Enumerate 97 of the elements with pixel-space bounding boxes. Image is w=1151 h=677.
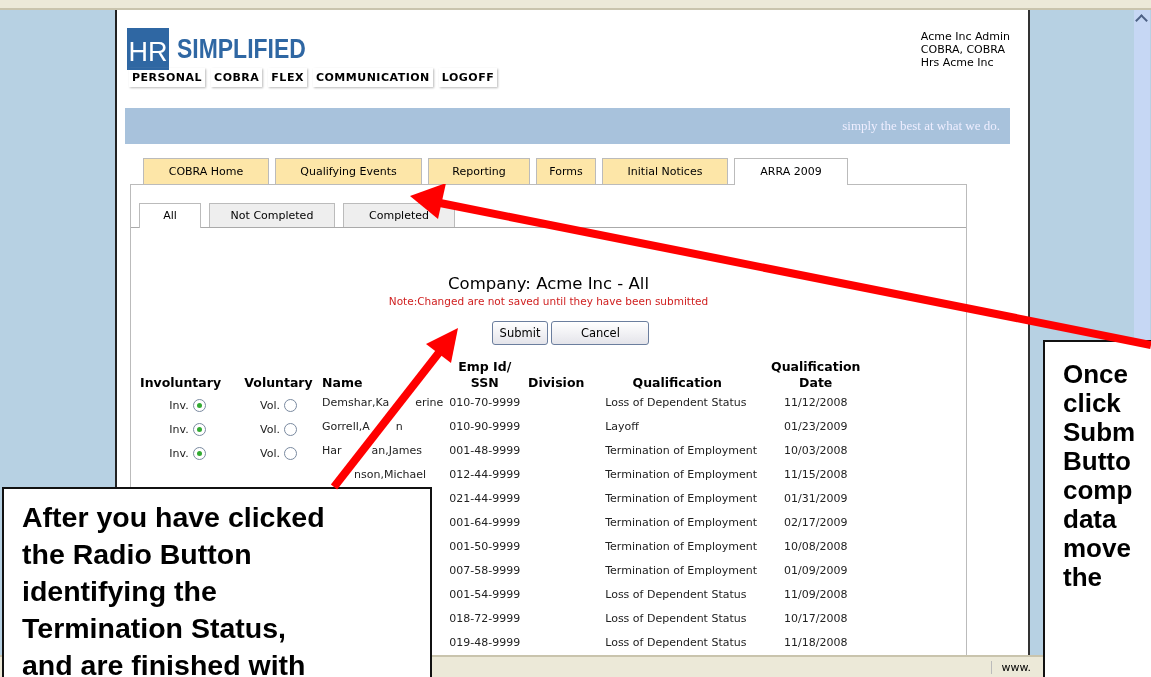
column-header: Qualification Date	[770, 359, 862, 392]
logo-mark: HR	[127, 28, 169, 70]
column-header: Name	[321, 374, 364, 392]
table-cell: 001-48-9999	[449, 444, 521, 457]
callout-text: click	[1063, 389, 1122, 418]
callout-text: identifying the	[22, 574, 218, 609]
callout-text: Butto	[1063, 447, 1132, 476]
callout-text: After you have clicked	[22, 500, 326, 535]
nav-link[interactable]: COBRA	[211, 68, 263, 87]
table-cell: Loss of Dependent Status	[605, 612, 747, 625]
table-cell: 021-44-9999	[449, 492, 521, 505]
table-cell: 019-48-9999	[449, 636, 521, 649]
table-cell: Termination of Employment	[605, 468, 758, 481]
radio-button[interactable]	[192, 447, 206, 460]
table-cell: 11/15/2008	[784, 468, 848, 481]
table-cell: 01/09/2009	[784, 564, 848, 577]
tab[interactable]: COBRA Home	[143, 158, 269, 184]
table-cell: Termination of Employment	[605, 516, 758, 529]
callout-text: the	[1063, 563, 1103, 592]
table-cell: 010-90-9999	[449, 420, 521, 433]
column-header: Division	[527, 374, 586, 392]
table-cell: nson,Michael	[354, 468, 427, 481]
table-cell: 001-54-9999	[449, 588, 521, 601]
tagline: simply the best at what we do.	[842, 118, 1000, 134]
table-cell: 11/09/2008	[784, 588, 848, 601]
table-cell: Termination of Employment	[605, 564, 758, 577]
table-cell: 018-72-9999	[449, 612, 521, 625]
nav-link[interactable]: COMMUNICATION	[312, 68, 433, 87]
table-cell: 007-58-9999	[449, 564, 521, 577]
tab[interactable]: Completed	[343, 203, 455, 227]
nav-link[interactable]: PERSONAL	[129, 68, 206, 87]
cancel-button[interactable]: Cancel	[551, 321, 650, 345]
tab[interactable]: Reporting	[428, 158, 530, 184]
radio-label: Vol.	[260, 423, 280, 436]
table-cell: Loss of Dependent Status	[605, 636, 747, 649]
radio-button[interactable]	[192, 423, 206, 436]
callout-text: the Radio Button	[22, 537, 253, 572]
radio-button[interactable]	[284, 423, 297, 436]
page-title: Company: Acme Inc - All	[448, 274, 649, 293]
table-cell: Loss of Dependent Status	[605, 588, 747, 601]
table-cell: 01/31/2009	[784, 492, 848, 505]
radio-label: Vol.	[260, 447, 280, 460]
table-cell: 010-70-9999	[449, 396, 521, 409]
user-info: Acme Inc Admin	[920, 30, 1010, 43]
tab[interactable]: ARRA 2009	[734, 158, 848, 185]
nav-link[interactable]: LOGOFF	[438, 68, 498, 87]
callout-text: and are finished with	[22, 648, 307, 677]
nav-link[interactable]: FLEX	[268, 68, 307, 87]
callout-text: data	[1063, 505, 1118, 534]
table-cell: Layoff	[605, 420, 639, 433]
radio-button[interactable]	[192, 399, 206, 412]
table-cell: Demshar,Ka	[322, 396, 390, 409]
table-cell: Termination of Employment	[605, 492, 758, 505]
note-text: Note:Changed are not saved until they have been submitted	[388, 295, 709, 307]
tab[interactable]: Initial Notices	[602, 158, 728, 184]
column-header: Voluntary	[243, 374, 314, 392]
callout-text: Once	[1063, 360, 1130, 389]
radio-label: Inv.	[169, 447, 189, 460]
table-cell: 11/18/2008	[784, 636, 848, 649]
callout-text: comp	[1063, 476, 1134, 505]
radio-label: Vol.	[260, 399, 280, 412]
table-cell: Loss of Dependent Status	[605, 396, 747, 409]
tab[interactable]: Not Completed	[209, 203, 335, 227]
column-header: Involuntary	[139, 374, 223, 392]
callout-text: Termination Status,	[22, 611, 287, 646]
submit-button[interactable]: Submit	[491, 321, 549, 345]
user-info: Hrs Acme Inc	[920, 56, 995, 69]
radio-button[interactable]	[284, 447, 297, 460]
table-cell: erine	[415, 396, 444, 409]
table-cell: 001-64-9999	[449, 516, 521, 529]
table-cell: an,James	[371, 444, 422, 457]
table-cell: 001-50-9999	[449, 540, 521, 553]
callout-text: move	[1063, 534, 1132, 563]
table-cell: Gorrell,A	[322, 420, 370, 433]
column-header: Emp Id/ SSN	[457, 359, 513, 392]
table-cell: Termination of Employment	[605, 540, 758, 553]
logo-text: SIMPLIFIED	[177, 33, 306, 65]
tab[interactable]: Forms	[536, 158, 596, 184]
status-url: www.	[990, 660, 1031, 674]
callout-text: Subm	[1063, 418, 1137, 447]
tab[interactable]: Qualifying Events	[275, 158, 422, 184]
radio-button[interactable]	[284, 399, 297, 412]
table-cell: Har	[322, 444, 342, 457]
table-cell: 02/17/2009	[784, 516, 848, 529]
table-cell: 012-44-9999	[449, 468, 521, 481]
table-cell: 10/03/2008	[784, 444, 848, 457]
table-cell: 10/17/2008	[784, 612, 848, 625]
table-cell: 10/08/2008	[784, 540, 848, 553]
radio-label: Inv.	[169, 423, 189, 436]
tab[interactable]: All	[139, 203, 201, 228]
table-cell: 01/23/2009	[784, 420, 848, 433]
table-cell: Termination of Employment	[605, 444, 758, 457]
column-header: Qualification	[631, 374, 723, 392]
table-cell: 11/12/2008	[784, 396, 848, 409]
table-cell: n	[395, 420, 403, 433]
radio-label: Inv.	[169, 399, 189, 412]
user-info: COBRA, COBRA	[920, 43, 1007, 56]
